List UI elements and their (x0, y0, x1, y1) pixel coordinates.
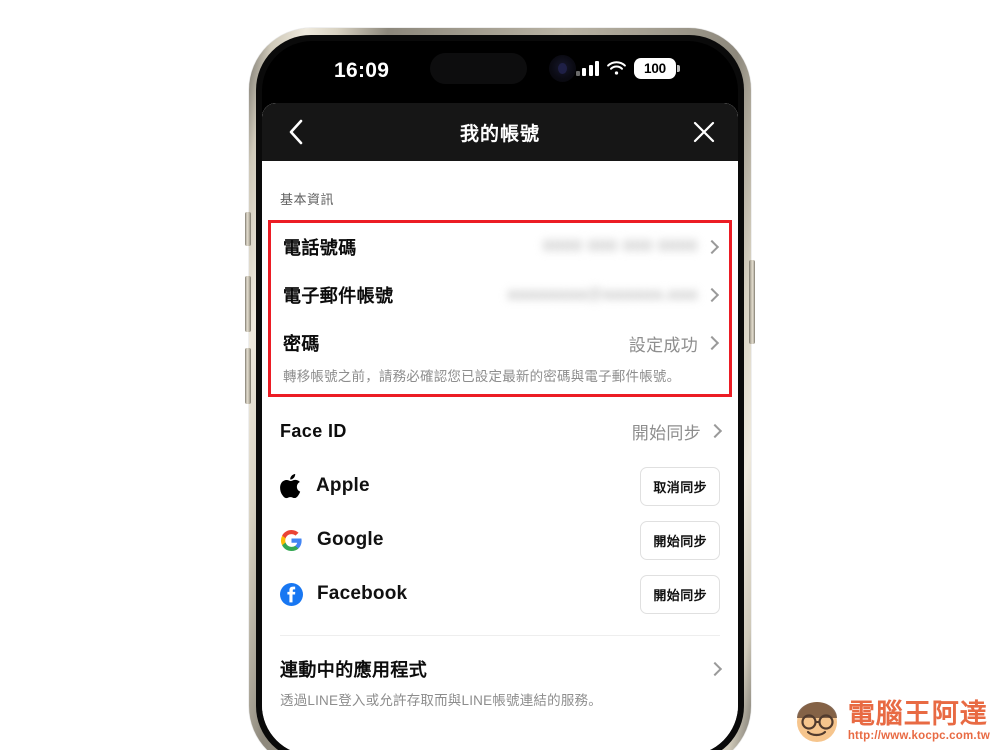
apple-logo-icon (280, 473, 301, 498)
dynamic-island (430, 53, 527, 84)
provider-name: Apple (316, 475, 370, 496)
wifi-icon (607, 61, 626, 75)
row-provider-apple: Apple 取消同步 (280, 459, 720, 513)
row-phone-number[interactable]: 電話號碼 0000 000 000 0000 (283, 223, 720, 271)
row-provider-facebook: Facebook 開始同步 (280, 567, 720, 621)
chevron-right-icon (704, 335, 720, 351)
phone-screen: 16:09 100 我的帳號 基本資訊 電話號碼 0000 000 000 00… (262, 41, 738, 750)
settings-content: 基本資訊 電話號碼 0000 000 000 0000 電子郵件帳號 aaaaa… (262, 161, 738, 750)
facebook-sync-button[interactable]: 開始同步 (640, 574, 720, 614)
close-x-icon (693, 121, 715, 143)
back-button[interactable] (270, 103, 322, 161)
row-value-email: aaaaaaaa@aaaaaa.aaa (507, 286, 698, 303)
google-sync-button[interactable]: 開始同步 (640, 520, 720, 560)
row-email-account[interactable]: 電子郵件帳號 aaaaaaaa@aaaaaa.aaa (283, 271, 720, 319)
section-label-basic-info: 基本資訊 (280, 192, 335, 207)
row-value-password-status: 設定成功 (628, 335, 698, 355)
battery-level-text: 100 (644, 61, 666, 76)
status-indicators: 100 (575, 58, 680, 79)
front-camera-icon (549, 55, 576, 82)
watermark: 電腦王阿達 http://www.kocpc.com.tw (792, 698, 990, 744)
battery-indicator: 100 (634, 58, 680, 79)
apple-sync-button[interactable]: 取消同步 (640, 466, 720, 506)
highlight-note: 轉移帳號之前，請務必確認您已設定最新的密碼與電子郵件帳號。 (283, 369, 681, 384)
volume-down-button[interactable] (245, 348, 251, 404)
linked-apps-description: 透過LINE登入或允許存取而與LINE帳號連結的服務。 (280, 693, 602, 708)
facebook-logo-icon (280, 582, 303, 606)
volume-up-button[interactable] (245, 276, 251, 332)
row-value-face-id: 開始同步 (631, 423, 701, 443)
status-bar: 16:09 100 (262, 41, 738, 103)
chevron-left-icon (289, 119, 303, 145)
watermark-title: 電腦王阿達 (847, 698, 988, 729)
chevron-right-icon (704, 239, 720, 255)
row-value-phone: 0000 000 000 0000 (543, 238, 698, 255)
watermark-url: http://www.kocpc.com.tw (847, 729, 990, 742)
row-face-id[interactable]: Face ID 開始同步 (280, 403, 723, 459)
power-button[interactable] (749, 260, 755, 344)
highlight-box: 電話號碼 0000 000 000 0000 電子郵件帳號 aaaaaaaa@a… (268, 220, 732, 397)
screenshot-root: 16:09 100 我的帳號 基本資訊 電話號碼 0000 000 000 00… (0, 0, 1000, 750)
status-time: 16:09 (334, 59, 390, 82)
watermark-mascot-icon (796, 702, 837, 742)
page-title: 我的帳號 (459, 123, 540, 145)
phone-bezel: 16:09 100 我的帳號 基本資訊 電話號碼 0000 000 000 00… (256, 35, 744, 750)
row-provider-google: Google 開始同步 (280, 513, 720, 567)
provider-name: Google (317, 529, 384, 550)
row-label: 電子郵件帳號 (283, 286, 394, 306)
row-linked-apps[interactable]: 連動中的應用程式 透過LINE登入或允許存取而與LINE帳號連結的服務。 (280, 636, 723, 709)
cellular-signal-icon (575, 61, 599, 76)
chevron-right-icon (707, 423, 723, 439)
google-logo-icon (280, 529, 302, 551)
row-label: Face ID (280, 420, 347, 441)
close-button[interactable] (678, 103, 730, 161)
chevron-right-icon (707, 661, 723, 677)
phone-device-frame: 16:09 100 我的帳號 基本資訊 電話號碼 0000 000 000 00… (249, 28, 751, 750)
action-button[interactable] (245, 212, 251, 246)
chevron-right-icon (704, 287, 720, 303)
provider-name: Facebook (317, 583, 408, 604)
row-label: 密碼 (283, 334, 320, 354)
row-label: 電話號碼 (283, 238, 357, 258)
app-header: 我的帳號 (262, 103, 738, 161)
app-sheet: 我的帳號 基本資訊 電話號碼 0000 000 000 0000 電子郵件帳號 … (262, 103, 738, 750)
linked-apps-title: 連動中的應用程式 (280, 660, 428, 680)
row-password[interactable]: 密碼 設定成功 (283, 319, 720, 367)
